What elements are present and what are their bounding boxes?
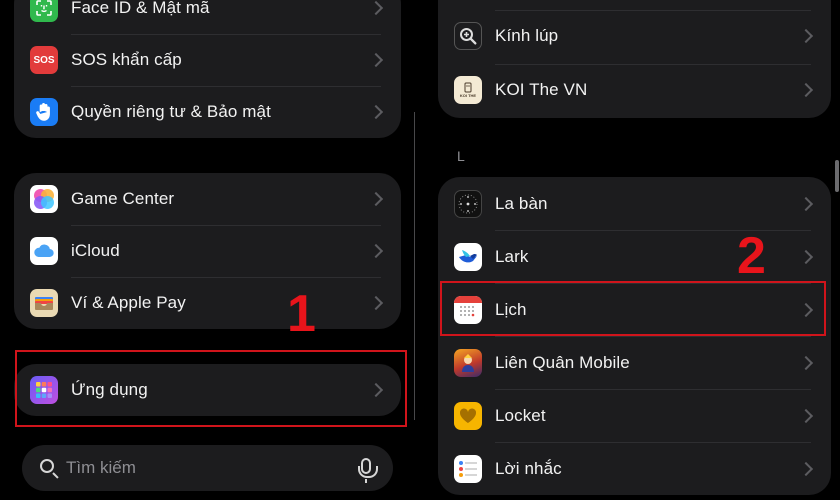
panel-divider <box>414 112 415 420</box>
chevron-right-icon <box>798 82 814 98</box>
lark-icon <box>454 243 482 271</box>
chevron-right-icon <box>368 52 384 68</box>
section-index-letter: L <box>457 148 465 164</box>
settings-row-label: Ví & Apple Pay <box>71 293 186 312</box>
koi-icon: KOI THE <box>454 76 482 104</box>
app-row-label: La bàn <box>495 194 548 213</box>
chevron-right-icon <box>368 191 384 207</box>
game-center-icon <box>30 185 58 213</box>
chevron-right-icon <box>798 28 814 44</box>
settings-row-icloud[interactable]: iCloud <box>14 225 401 277</box>
search-icon <box>40 459 54 473</box>
app-row-locket[interactable]: Locket <box>438 390 831 442</box>
chevron-right-icon <box>798 461 814 477</box>
highlight-box-calendar <box>440 281 826 336</box>
app-row-koi[interactable]: KOI THE KOI The VN <box>438 64 831 116</box>
app-list-group-l: La bàn Lark Lịch Liên Quân Mobile Locket <box>438 177 831 495</box>
locket-heart-icon <box>454 402 482 430</box>
chevron-right-icon <box>368 295 384 311</box>
app-row-label: Lời nhắc <box>495 459 562 478</box>
settings-row-label: SOS khẩn cấp <box>71 50 182 69</box>
chevron-right-icon <box>368 243 384 259</box>
app-row-reminders[interactable]: Lời nhắc <box>438 443 831 495</box>
settings-row-face-id[interactable]: Face ID & Mật mã <box>14 0 401 34</box>
scroll-indicator[interactable] <box>835 160 839 192</box>
compass-icon <box>454 190 482 218</box>
settings-row-label: Game Center <box>71 189 175 208</box>
app-row-label: Kính lúp <box>495 26 559 45</box>
settings-row-privacy[interactable]: Quyền riêng tư & Bảo mật <box>14 86 401 138</box>
settings-row-wallet[interactable]: Ví & Apple Pay <box>14 277 401 329</box>
settings-row-game-center[interactable]: Game Center <box>14 173 401 225</box>
step-number-2: 2 <box>737 227 766 285</box>
wallet-icon <box>30 289 58 317</box>
settings-group-security: Face ID & Mật mã SOS SOS khẩn cấp Quyền … <box>14 0 401 138</box>
app-row-compass[interactable]: La bàn <box>438 178 831 230</box>
koi-icon-text: KOI THE <box>459 93 477 98</box>
chevron-right-icon <box>798 249 814 265</box>
settings-row-sos[interactable]: SOS SOS khẩn cấp <box>14 34 401 86</box>
chevron-right-icon <box>798 408 814 424</box>
app-row-label: Liên Quân Mobile <box>495 353 630 372</box>
sos-icon: SOS <box>30 46 58 74</box>
search-input[interactable]: Tìm kiếm <box>66 458 136 478</box>
settings-group-accounts: Game Center iCloud Ví & Apple Pay <box>14 173 401 329</box>
chevron-right-icon <box>798 355 814 371</box>
microphone-icon[interactable] <box>358 458 378 483</box>
chevron-right-icon <box>368 104 384 120</box>
highlight-box-apps <box>15 350 407 427</box>
app-row-magnifier[interactable]: Kính lúp <box>438 10 831 62</box>
settings-row-label: Face ID & Mật mã <box>71 0 210 17</box>
app-row-label: Lark <box>495 247 529 266</box>
chevron-right-icon <box>368 0 384 16</box>
settings-row-label: Quyền riêng tư & Bảo mật <box>71 102 271 121</box>
icloud-icon <box>30 237 58 265</box>
app-row-lark[interactable]: Lark <box>438 231 831 283</box>
face-id-icon <box>30 0 58 22</box>
step-number-1: 1 <box>287 285 316 343</box>
settings-row-label: iCloud <box>71 241 120 260</box>
app-row-lien-quan[interactable]: Liên Quân Mobile <box>438 337 831 389</box>
app-row-label: Locket <box>495 406 546 425</box>
lien-quan-icon <box>454 349 482 377</box>
hand-icon <box>30 98 58 126</box>
reminders-icon <box>454 455 482 483</box>
sos-icon-text: SOS <box>33 54 55 66</box>
search-bar[interactable]: Tìm kiếm <box>22 445 393 491</box>
app-row-label: KOI The VN <box>495 80 588 99</box>
app-list-group-k: Kính lúp KOI THE KOI The VN <box>438 0 831 118</box>
magnifier-icon <box>454 22 482 50</box>
chevron-right-icon <box>798 196 814 212</box>
